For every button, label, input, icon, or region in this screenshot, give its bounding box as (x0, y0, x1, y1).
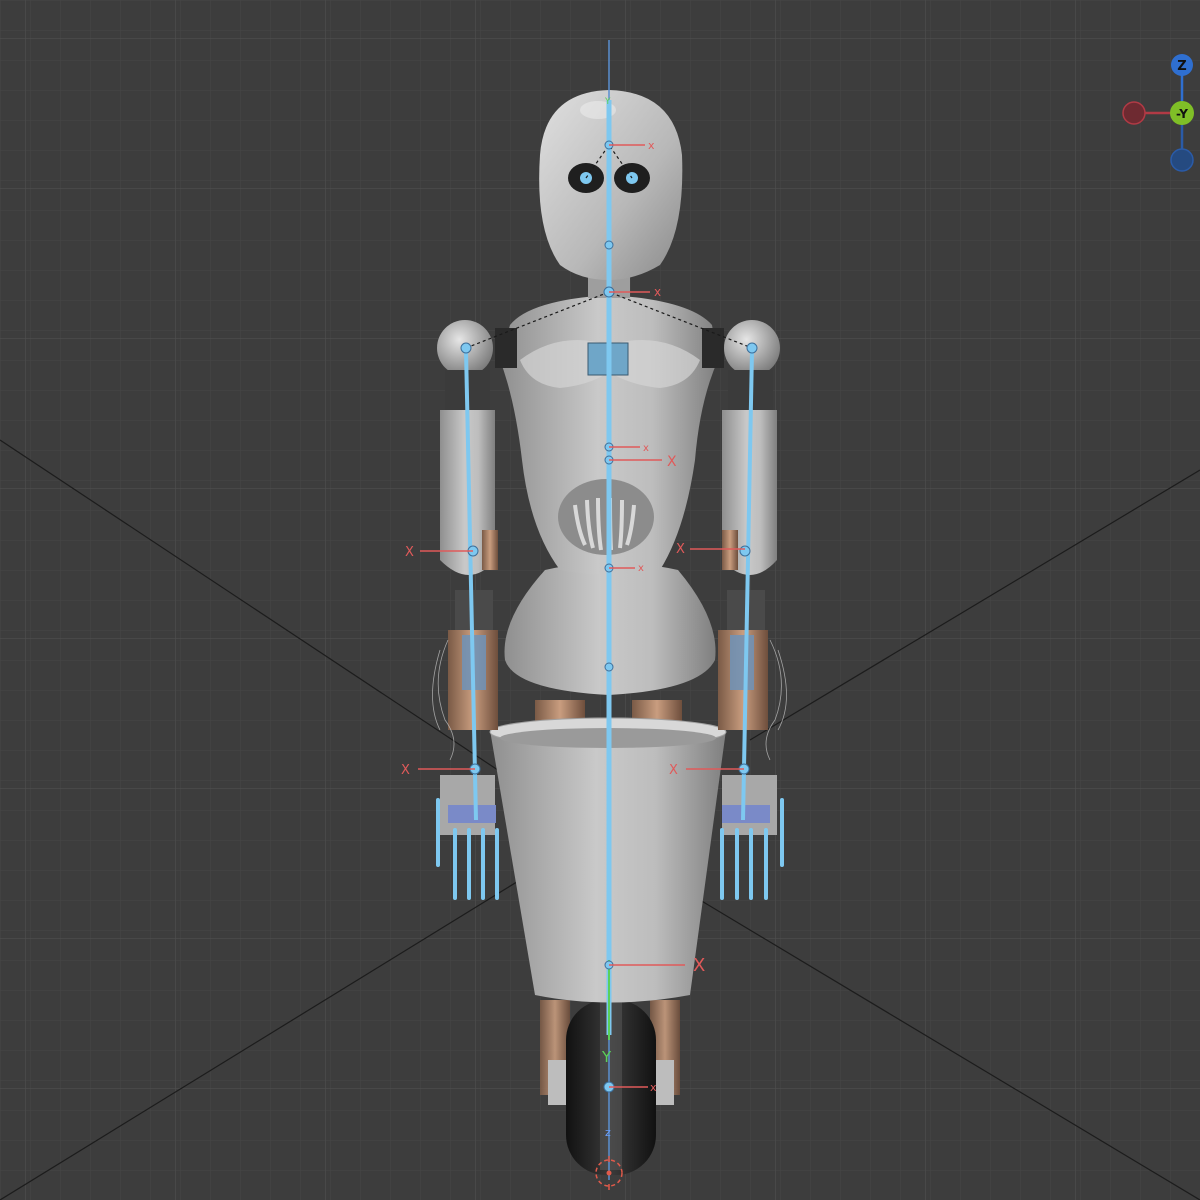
root-x-label: x (650, 1081, 657, 1094)
root-z-label: z (605, 1126, 611, 1139)
hip-x-label: X (693, 955, 705, 976)
left-elbow-x-label: X (405, 545, 414, 560)
chest-x-small-label: x (643, 443, 649, 454)
root-y-label: Y (601, 1048, 612, 1066)
waist-x-label: x (638, 563, 644, 574)
gizmo-neg-y-label: -Y (1176, 107, 1188, 121)
chest-x-label: X (667, 454, 677, 470)
right-wrist-x-label: X (669, 763, 678, 778)
right-elbow-x-label: X (676, 542, 685, 557)
head-x-label: x (648, 139, 655, 152)
neck-x-label: x (654, 285, 661, 299)
top-y-label: Y (604, 97, 611, 107)
viewport-canvas[interactable]: x x x X x X X X X X Y z x Y Z -Y (0, 0, 1200, 1200)
3d-viewport[interactable]: x x x X x X X X X X Y z x Y Z -Y (0, 0, 1200, 1200)
gizmo-x-negative-ball[interactable] (1122, 101, 1146, 125)
gizmo-z-negative-ball[interactable] (1170, 148, 1194, 172)
gizmo-z-label: Z (1177, 59, 1186, 74)
left-wrist-x-label: X (401, 763, 410, 778)
